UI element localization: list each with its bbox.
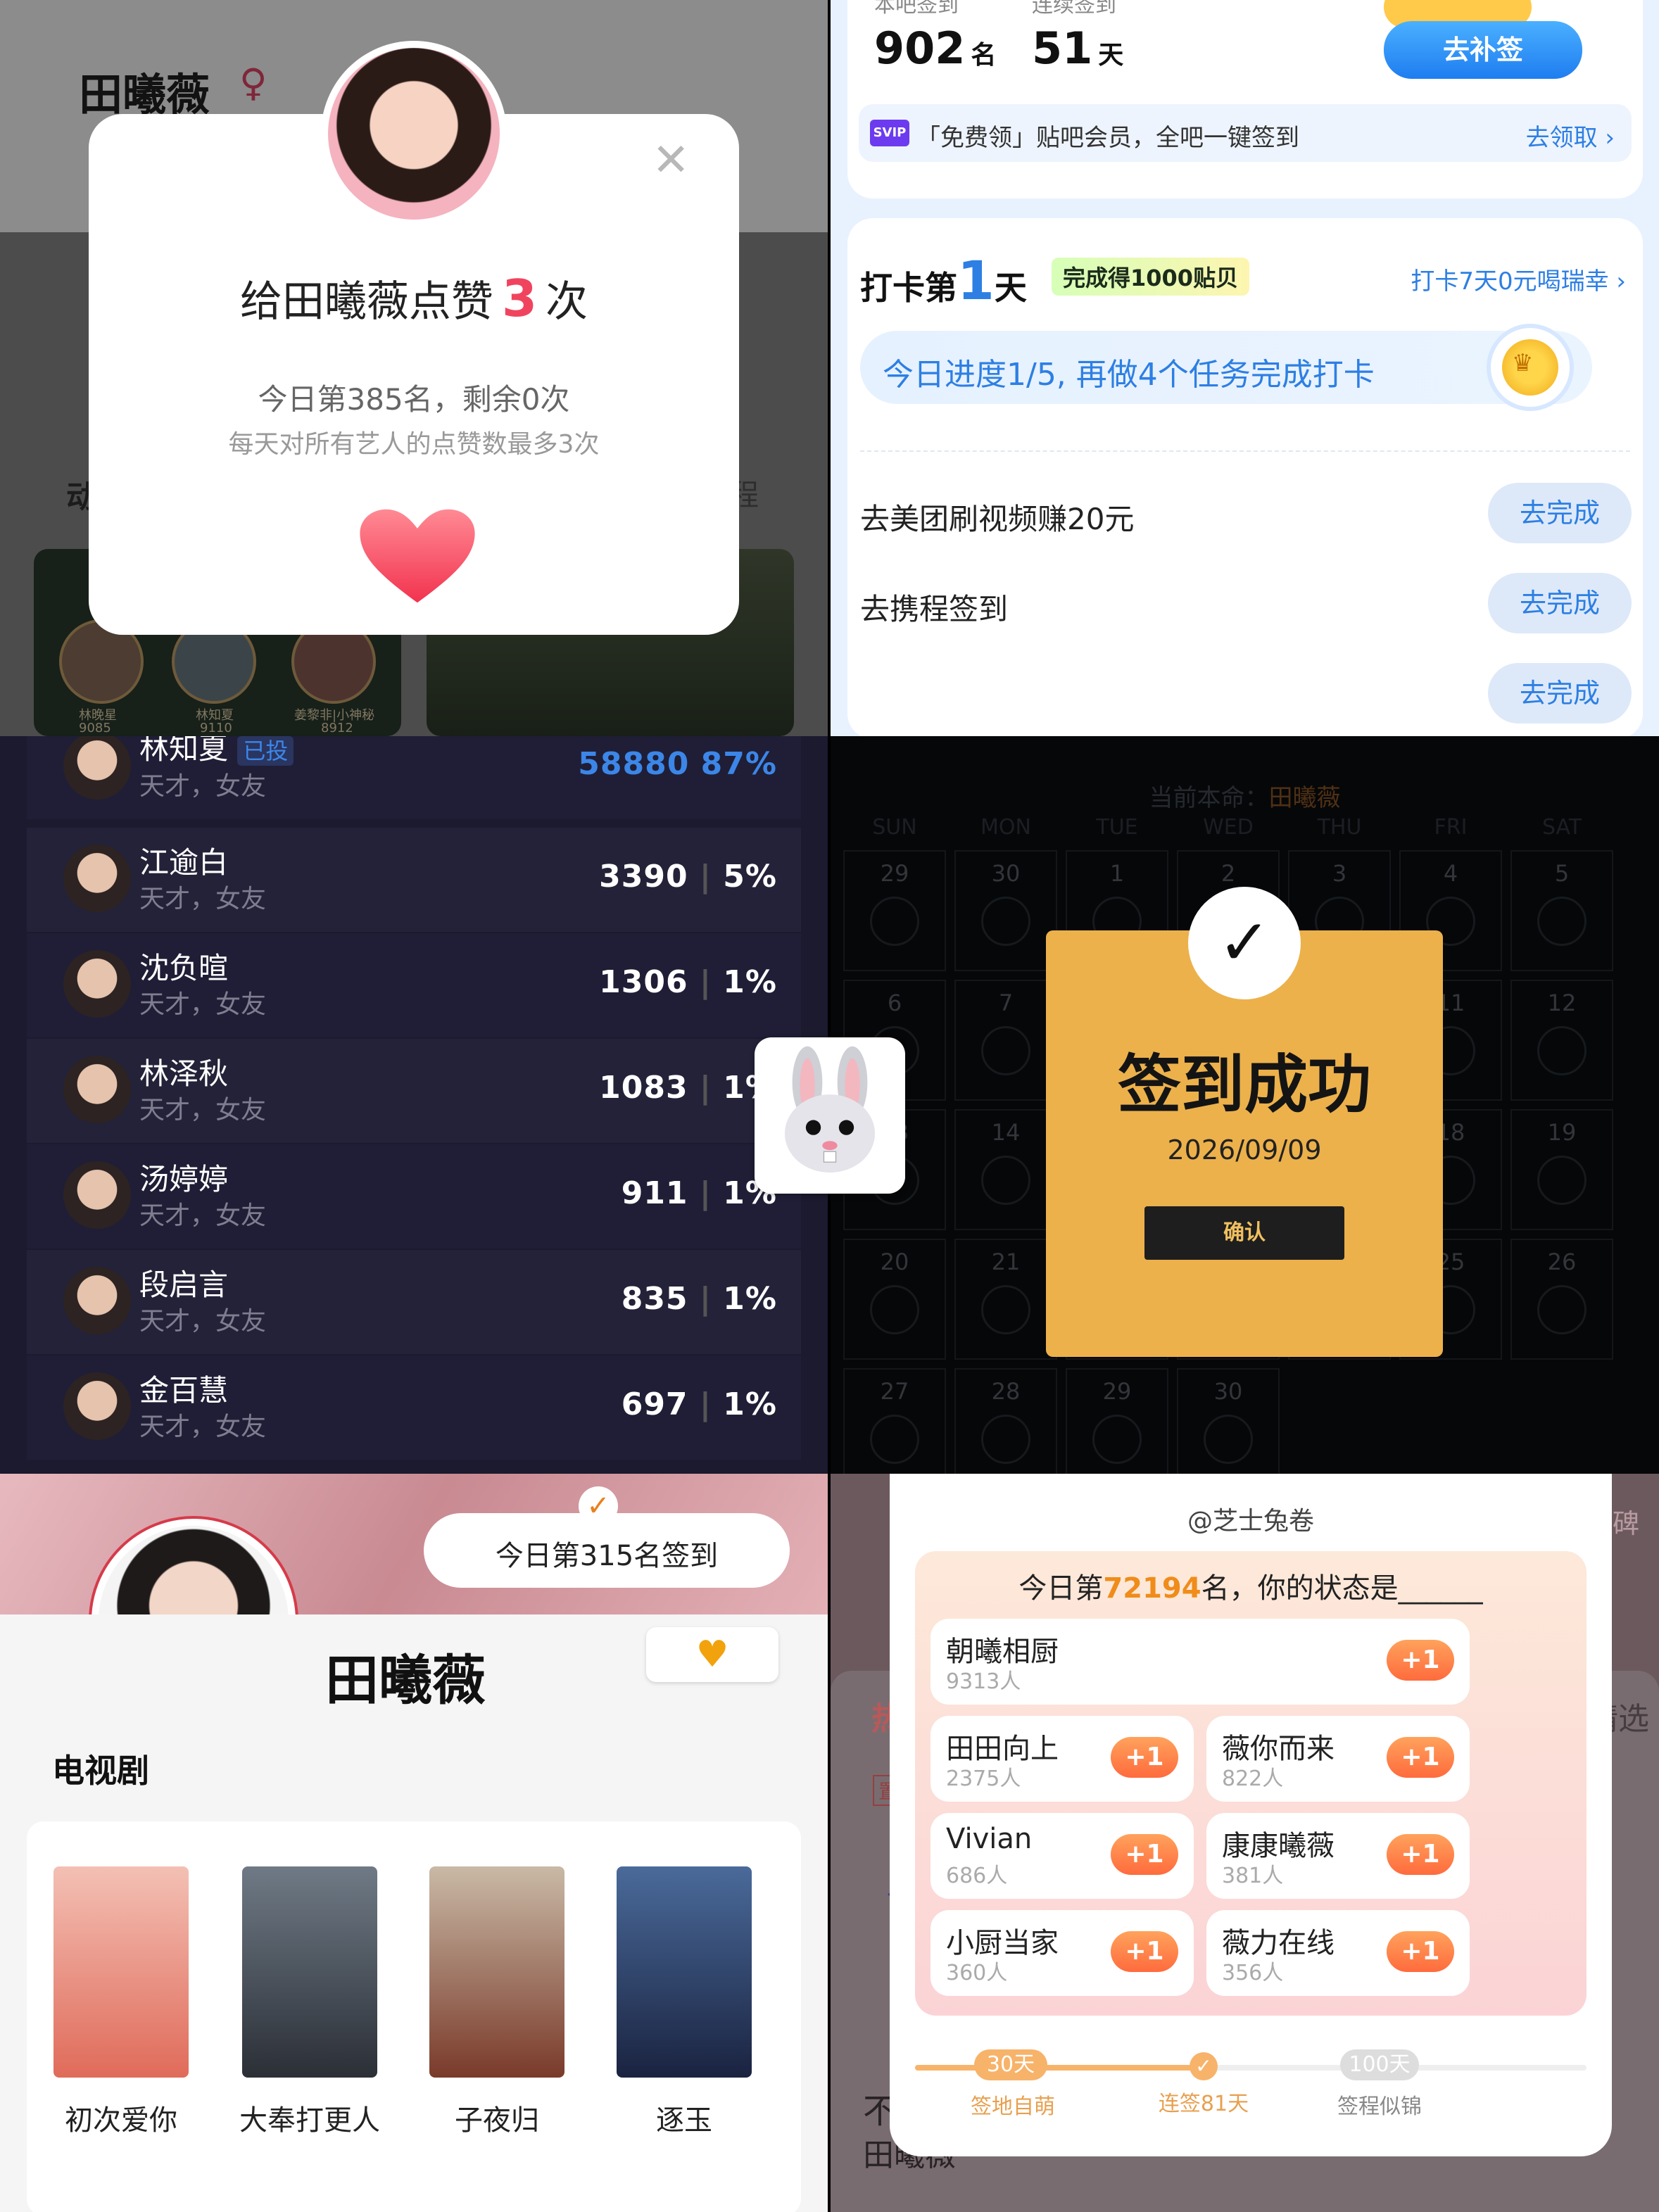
reward-badge: 完成得1000贴贝 xyxy=(1052,258,1250,296)
drama-title[interactable]: 大奉打更人 xyxy=(225,2097,394,2138)
item-votes: 3390 | 5% xyxy=(599,859,777,895)
avatar xyxy=(321,41,507,227)
plus-one-button: +1 xyxy=(1111,1931,1178,1972)
status-option[interactable]: 朝曦相厨 9313人 +1 xyxy=(931,1619,1470,1705)
drama-title[interactable]: 逐玉 xyxy=(600,2097,769,2138)
item-votes: 1083 | 1% xyxy=(599,1070,777,1106)
status-option[interactable]: 康康曦薇 381人 +1 xyxy=(1206,1813,1470,1899)
drama-poster[interactable] xyxy=(617,1866,752,2078)
heart-follow-button[interactable]: ♥ xyxy=(646,1627,778,1682)
checkin-task-panel: 本吧签到 902 名 连续签到 51 天 去补签 SVIP 「免费领」贴吧会员，全吧… xyxy=(831,0,1659,736)
crown-icon: ♛ xyxy=(1512,349,1534,377)
section-title: 电视剧 xyxy=(52,1752,149,1790)
vote-card: @芝士兔卷 今日第72194名，你的状态是______ 朝曦相厨 9313人 +1 … xyxy=(890,1474,1612,2156)
drama-title[interactable]: 初次爱你 xyxy=(37,2097,206,2138)
streak-count: 51 天 xyxy=(1032,23,1124,74)
item-votes: 835 | 1% xyxy=(621,1281,777,1317)
status-option[interactable]: 薇力在线 356人 +1 xyxy=(1206,1910,1470,1996)
item-votes: 697 | 1% xyxy=(621,1386,777,1422)
milestone-badge: 100天 xyxy=(1340,2049,1419,2080)
svip-tag: SVIP xyxy=(870,120,909,146)
milestone-label: 连签81天 xyxy=(1158,2092,1249,2116)
avatar xyxy=(63,950,131,1018)
question: 今日第72194名，你的状态是______ xyxy=(1018,1572,1483,1605)
status-option[interactable]: 薇你而来 822人 +1 xyxy=(1206,1716,1470,1802)
username: @芝士兔卷 xyxy=(1187,1507,1314,1536)
streak-fill xyxy=(915,2065,1211,2071)
drama-poster[interactable] xyxy=(242,1866,377,2078)
checkin-badge: 今日第315名签到 xyxy=(424,1513,790,1588)
item-votes: 1306 | 1% xyxy=(599,964,777,1000)
list-item[interactable]: 林知夏 已投 天才，女友 58880 87% xyxy=(27,736,801,819)
plus-one-button: +1 xyxy=(1387,1737,1454,1778)
success-date: 2026/09/09 xyxy=(1167,1135,1322,1165)
calendar-checkin-panel: 当前本命：田曦薇 SUN MON TUE WED THU FRI SAT 29 30 1 2 3 4 5… xyxy=(831,736,1659,1474)
item-votes: 911 | 1% xyxy=(621,1175,777,1211)
avatar xyxy=(63,1161,131,1229)
status-option[interactable]: 小厨当家 360人 +1 xyxy=(931,1910,1194,1996)
milestone-label: 签地自萌 xyxy=(971,2094,1055,2119)
task-complete-button[interactable]: 去完成 xyxy=(1488,573,1632,633)
list-item[interactable]: 江逾白 天才，女友 3390 | 5% xyxy=(27,828,801,932)
vote-ranking-panel: 林知夏 已投 天才，女友 58880 87% 江逾白 天才，女友 3390 | … xyxy=(0,736,828,1474)
svip-banner[interactable]: SVIP 「免费领」贴吧会员，全吧一键签到 去领取 › xyxy=(859,104,1632,162)
avatar xyxy=(63,1372,131,1440)
checkin-card: 打卡第1天 完成得1000贴贝 打卡7天0元喝瑞幸 › 今日进度1/5, 再做4… xyxy=(847,218,1643,736)
avatar xyxy=(63,736,131,800)
plus-one-button: +1 xyxy=(1387,1931,1454,1972)
check-icon: ✓ xyxy=(579,1486,618,1526)
task-complete-button[interactable]: 去完成 xyxy=(1488,483,1632,543)
like-rank: 今日第385名，剩余0次 xyxy=(258,382,570,417)
options-box: 今日第72194名，你的状态是______ 朝曦相厨 9313人 +1 田田向上 23… xyxy=(915,1551,1587,2016)
list-item[interactable]: 段启言 天才，女友 835 | 1% xyxy=(27,1250,801,1354)
like-note: 每天对所有艺人的点赞数最多3次 xyxy=(228,430,600,459)
drama-poster[interactable] xyxy=(53,1866,189,2078)
divider xyxy=(860,450,1630,452)
progress-ring: ♛ xyxy=(1487,324,1574,411)
checkin-heading: 打卡第1天 xyxy=(860,249,1027,312)
avatar xyxy=(63,845,131,912)
avatar xyxy=(63,1267,131,1334)
list-item[interactable]: 汤婷婷 天才，女友 911 | 1% xyxy=(27,1144,801,1249)
list-item[interactable]: 沈负暄 天才，女友 1306 | 1% xyxy=(27,933,801,1037)
status-option[interactable]: 田田向上 2375人 +1 xyxy=(931,1716,1194,1802)
task-label: 去美团刷视频赚20元 xyxy=(860,502,1135,536)
makeup-sign-button[interactable]: 去补签 xyxy=(1384,21,1582,79)
check-icon: ✓ xyxy=(1188,887,1301,999)
like-title: 给田曦薇点赞 3 次 xyxy=(239,269,588,328)
status-option[interactable]: Vivian 686人 +1 xyxy=(931,1813,1194,1899)
plus-one-button: +1 xyxy=(1387,1834,1454,1875)
sign-summary-card: 本吧签到 902 名 连续签到 51 天 去补签 SVIP 「免费领」贴吧会员，全吧… xyxy=(847,0,1643,198)
task-complete-button[interactable]: 去完成 xyxy=(1488,663,1632,723)
promo-link[interactable]: 打卡7天0元喝瑞幸 › xyxy=(1411,262,1626,296)
milestone-label: 签程似锦 xyxy=(1337,2094,1422,2119)
progress-bar: 今日进度1/5, 再做4个任务完成打卡 xyxy=(860,331,1592,404)
sign-count: 902 名 xyxy=(874,23,997,74)
like-popup-panel: 田曦薇 ♀ 动 程 林晚星 9085 林知夏 9110 姜黎非|小神秘 8912… xyxy=(0,0,828,736)
check-icon: ✓ xyxy=(1190,2052,1218,2080)
item-votes: 58880 87% xyxy=(578,746,777,782)
list-item[interactable]: 金百慧 天才，女友 697 | 1% xyxy=(27,1355,801,1460)
avatar xyxy=(63,1056,131,1123)
artist-name: 田曦薇 xyxy=(325,1649,486,1712)
confirm-button[interactable]: 确认 xyxy=(1144,1206,1344,1260)
bunny-sticker-icon xyxy=(755,1037,905,1194)
plus-one-button: +1 xyxy=(1111,1737,1178,1778)
list-item[interactable]: 林泽秋 天才，女友 1083 | 1% xyxy=(27,1039,801,1143)
success-title: 签到成功 xyxy=(1118,1048,1371,1122)
drama-poster[interactable] xyxy=(429,1866,564,2078)
item-name: 林知夏 已投 xyxy=(139,736,294,768)
milestone-badge: 30天 xyxy=(974,2049,1047,2080)
task-label: 去携程签到 xyxy=(860,592,1009,626)
close-icon[interactable]: ✕ xyxy=(652,138,690,183)
heart-icon[interactable] xyxy=(358,507,477,605)
plus-one-button: +1 xyxy=(1387,1640,1454,1681)
status-vote-panel: 热门 精选 置顶 创 不二 田曦薇 星碑 @芝士兔卷 今日第72194名，你的状… xyxy=(831,1474,1659,2212)
drama-title[interactable]: 子夜归 xyxy=(412,2097,581,2138)
svip-link[interactable]: 去领取 › xyxy=(1526,118,1615,153)
plus-one-button: +1 xyxy=(1111,1834,1178,1875)
